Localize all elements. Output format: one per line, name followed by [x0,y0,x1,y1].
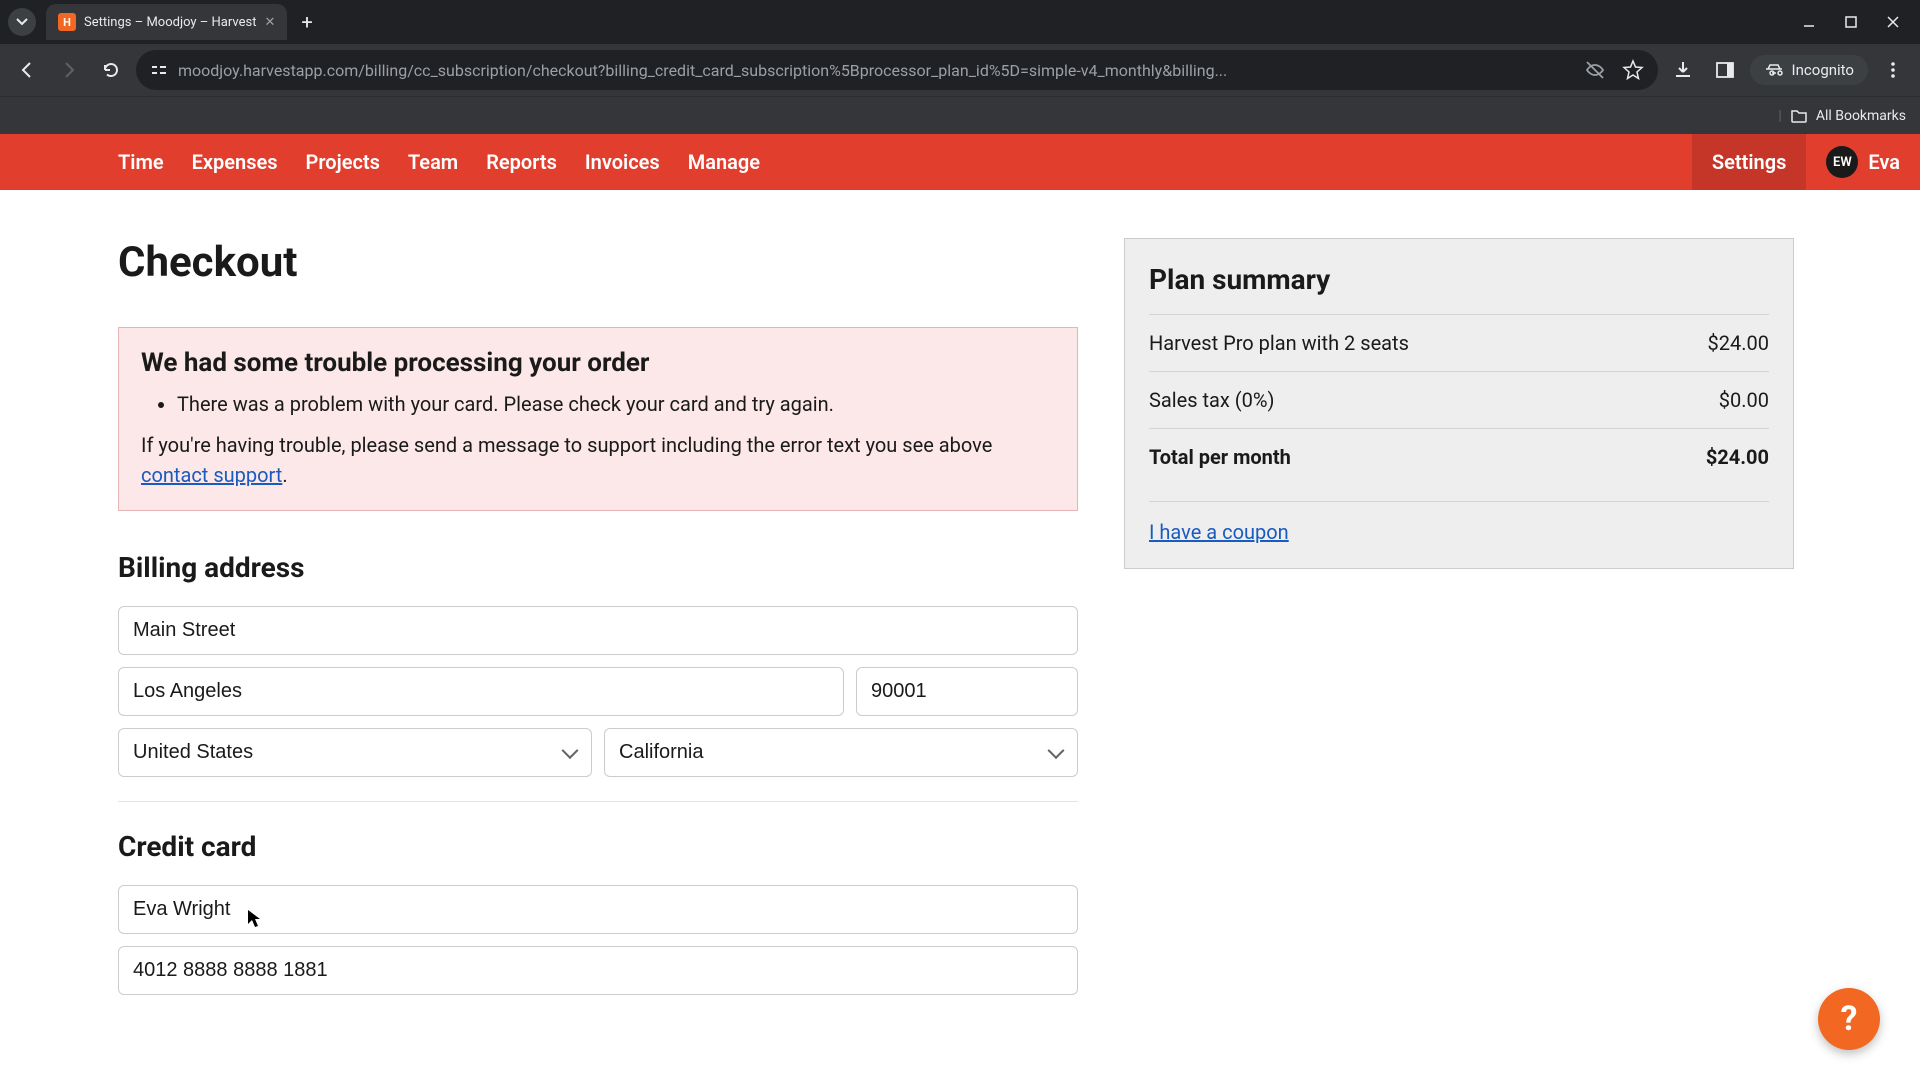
close-window-icon[interactable] [1886,15,1900,29]
downloads-icon[interactable] [1666,53,1700,87]
reload-button[interactable] [94,53,128,87]
folder-icon [1790,108,1808,124]
eye-off-icon[interactable] [1584,59,1606,81]
plan-row: Harvest Pro plan with 2 seats $24.00 [1149,314,1769,371]
tab-title: Settings – Moodjoy – Harvest [84,15,256,30]
coupon-link[interactable]: I have a coupon [1149,501,1769,544]
divider [118,801,1078,802]
cardholder-name-input[interactable] [118,885,1078,934]
harvest-favicon: H [58,13,76,31]
star-icon[interactable] [1622,59,1644,81]
state-select[interactable] [604,728,1078,777]
page-title: Checkout [118,238,1078,287]
contact-support-link[interactable]: contact support [141,463,282,487]
menu-icon[interactable] [1876,53,1910,87]
minimize-icon[interactable] [1802,15,1816,29]
url-text: moodjoy.harvestapp.com/billing/cc_subscr… [178,61,1574,80]
plan-row-total: Total per month $24.00 [1149,428,1769,485]
nav-manage[interactable]: Manage [688,150,760,174]
all-bookmarks-link[interactable]: All Bookmarks [1816,108,1906,124]
maximize-icon[interactable] [1844,15,1858,29]
nav-reports[interactable]: Reports [486,150,557,174]
side-panel-icon[interactable] [1708,53,1742,87]
billing-heading: Billing address [118,551,1078,584]
nav-invoices[interactable]: Invoices [585,150,660,174]
card-heading: Credit card [118,830,1078,863]
nav-projects[interactable]: Projects [306,150,380,174]
user-name: Eva [1868,150,1900,174]
incognito-chip[interactable]: Incognito [1750,55,1868,85]
zip-input[interactable] [856,667,1078,716]
address-bar[interactable]: moodjoy.harvestapp.com/billing/cc_subscr… [136,50,1658,90]
country-select[interactable] [118,728,592,777]
forward-button[interactable] [52,53,86,87]
site-info-icon[interactable] [150,61,168,79]
new-tab-button[interactable]: + [301,10,312,34]
tab-search-dropdown[interactable] [8,8,36,36]
help-fab[interactable]: ? [1818,988,1880,1050]
settings-button[interactable]: Settings [1692,134,1806,190]
plan-summary-box: Plan summary Harvest Pro plan with 2 sea… [1124,238,1794,569]
city-input[interactable] [118,667,844,716]
street-input[interactable] [118,606,1078,655]
nav-expenses[interactable]: Expenses [192,150,278,174]
error-alert: We had some trouble processing your orde… [118,327,1078,511]
error-footer: If you're having trouble, please send a … [141,430,1055,490]
nav-time[interactable]: Time [118,150,164,174]
tab-close-icon[interactable]: ✕ [264,15,275,30]
browser-tab[interactable]: H Settings – Moodjoy – Harvest ✕ [46,4,287,40]
avatar: EW [1826,146,1858,178]
error-title: We had some trouble processing your orde… [141,348,1055,378]
plan-row: Sales tax (0%) $0.00 [1149,371,1769,428]
nav-team[interactable]: Team [408,150,458,174]
card-number-input[interactable] [118,946,1078,995]
user-menu[interactable]: EW Eva [1806,146,1920,178]
back-button[interactable] [10,53,44,87]
plan-summary-heading: Plan summary [1149,263,1769,296]
error-item: There was a problem with your card. Plea… [177,392,1055,416]
